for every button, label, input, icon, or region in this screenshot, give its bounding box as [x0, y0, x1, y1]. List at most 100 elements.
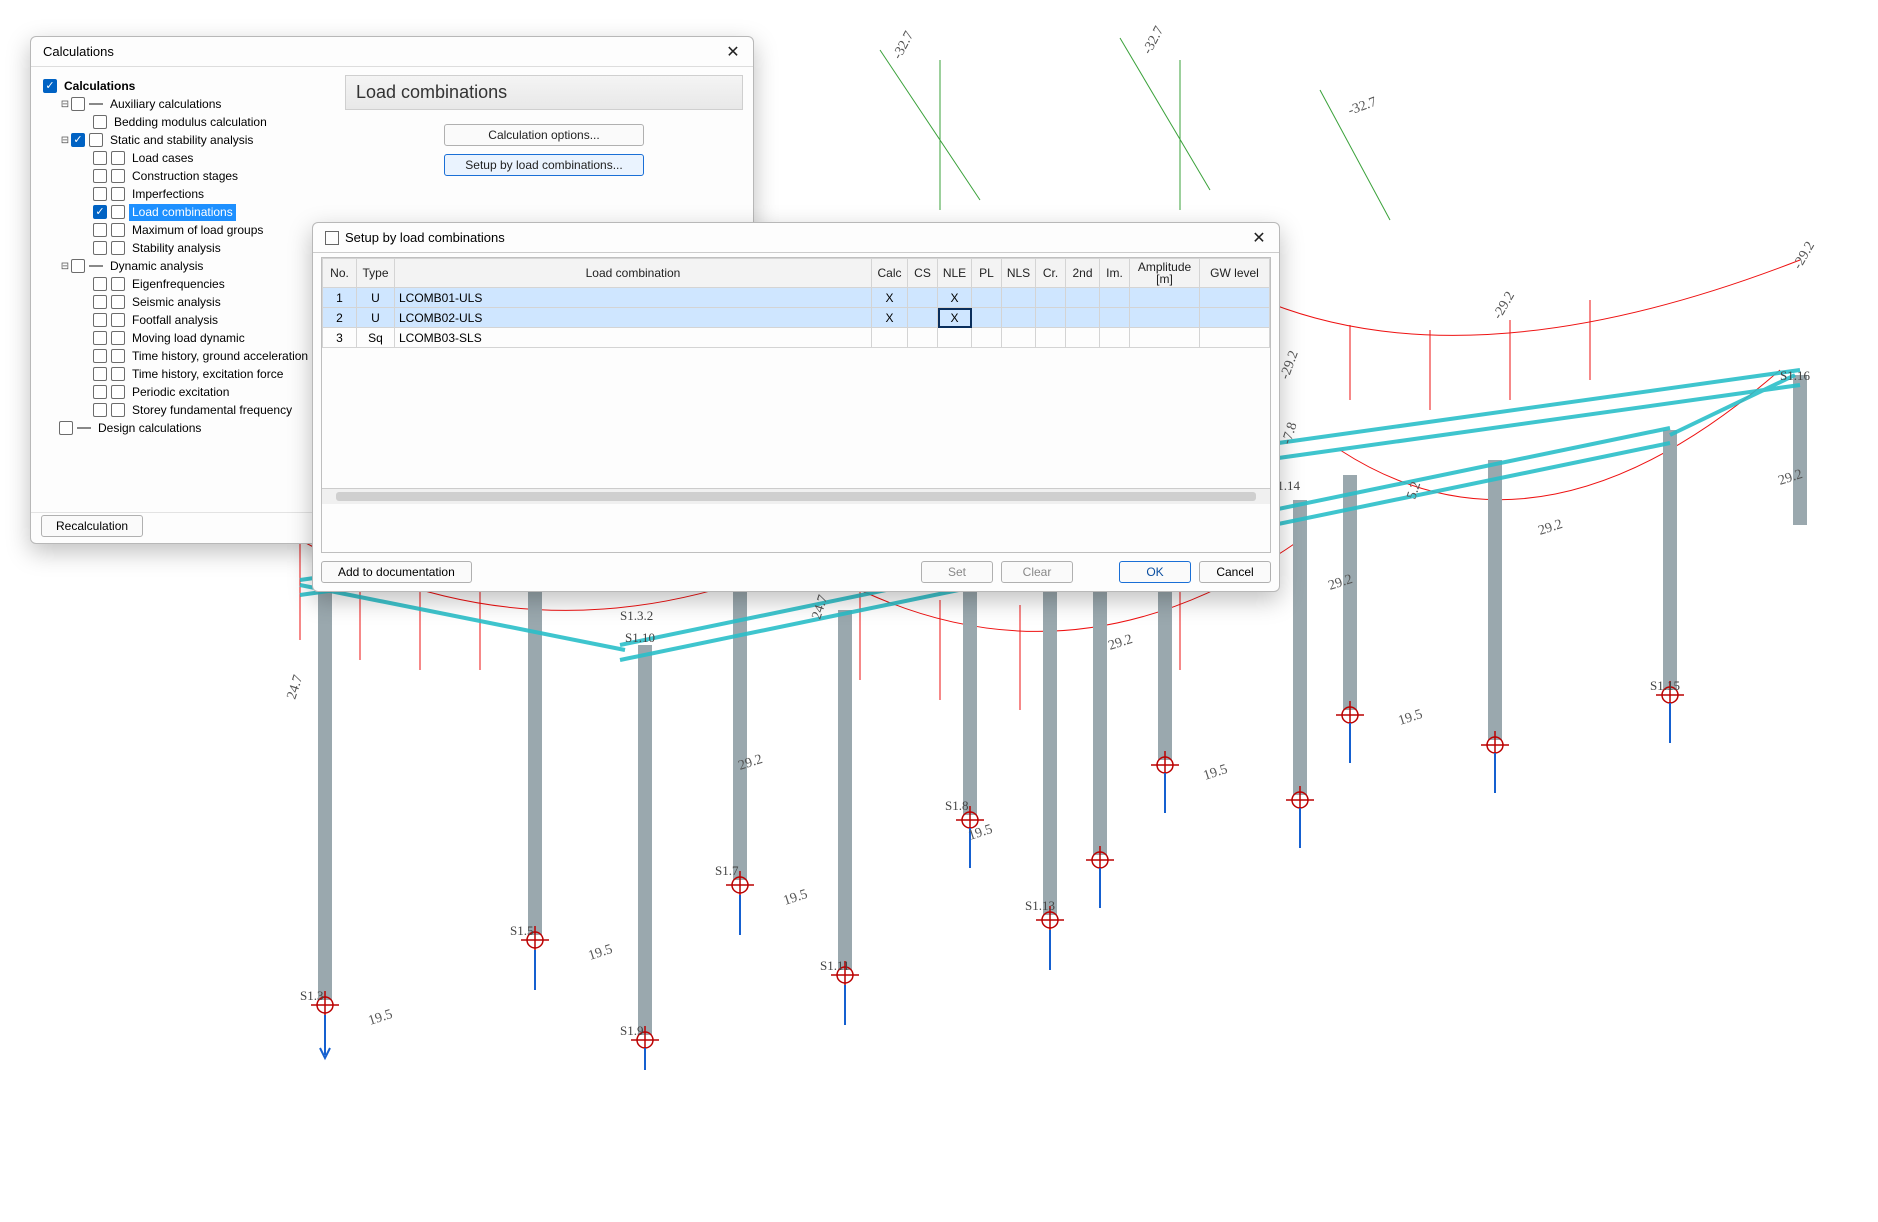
- cell-nle[interactable]: X: [938, 288, 972, 308]
- tree-static[interactable]: ⊟ ✓ Static and stability analysis: [41, 131, 337, 149]
- tree-design[interactable]: Design calculations: [41, 419, 337, 437]
- col-nle[interactable]: NLE: [938, 259, 972, 288]
- tree-loadcases[interactable]: Load cases: [41, 149, 337, 167]
- checkbox-icon[interactable]: [111, 367, 125, 381]
- collapse-icon[interactable]: ⊟: [59, 258, 71, 275]
- cell-pl[interactable]: [972, 328, 1002, 348]
- checkbox-icon[interactable]: [93, 385, 107, 399]
- cell-no[interactable]: 2: [323, 308, 357, 328]
- cell-cr[interactable]: [1036, 308, 1066, 328]
- col-type[interactable]: Type: [357, 259, 395, 288]
- checkbox-icon[interactable]: [111, 403, 125, 417]
- col-lc[interactable]: Load combination: [395, 259, 872, 288]
- tree-bedding[interactable]: Bedding modulus calculation: [41, 113, 337, 131]
- checkbox-icon[interactable]: [111, 241, 125, 255]
- checkbox-icon[interactable]: [93, 151, 107, 165]
- checkbox-icon[interactable]: [111, 385, 125, 399]
- cell-cs[interactable]: [908, 288, 938, 308]
- tree-maxgroups[interactable]: Maximum of load groups: [41, 221, 337, 239]
- clear-button[interactable]: Clear: [1001, 561, 1073, 583]
- tree-root[interactable]: ✓ Calculations: [41, 77, 337, 95]
- checkbox-icon[interactable]: [93, 169, 107, 183]
- checkbox-icon[interactable]: [93, 367, 107, 381]
- ok-button[interactable]: OK: [1119, 561, 1191, 583]
- tree-th-force[interactable]: Time history, excitation force: [41, 365, 337, 383]
- tree-eigen[interactable]: Eigenfrequencies: [41, 275, 337, 293]
- tree-constr[interactable]: Construction stages: [41, 167, 337, 185]
- col-cs[interactable]: CS: [908, 259, 938, 288]
- col-im[interactable]: Im.: [1100, 259, 1130, 288]
- cell-type[interactable]: U: [357, 308, 395, 328]
- col-no[interactable]: No.: [323, 259, 357, 288]
- cell-pl[interactable]: [972, 288, 1002, 308]
- col-cr[interactable]: Cr.: [1036, 259, 1066, 288]
- cell-amp[interactable]: [1130, 308, 1200, 328]
- tree-movingdyn[interactable]: Moving load dynamic: [41, 329, 337, 347]
- checkbox-icon[interactable]: ✓: [71, 133, 85, 147]
- cell-no[interactable]: 3: [323, 328, 357, 348]
- checkbox-icon[interactable]: [111, 331, 125, 345]
- cell-cs[interactable]: [908, 328, 938, 348]
- dialog-calculations-titlebar[interactable]: Calculations ✕: [31, 37, 753, 67]
- checkbox-icon[interactable]: [111, 205, 125, 219]
- cell-nls[interactable]: [1002, 328, 1036, 348]
- cell-calc[interactable]: X: [872, 288, 908, 308]
- tree-seismic[interactable]: Seismic analysis: [41, 293, 337, 311]
- cell-type[interactable]: Sq: [357, 328, 395, 348]
- horizontal-scrollbar[interactable]: [322, 488, 1270, 504]
- cell-cr[interactable]: [1036, 288, 1066, 308]
- table-row[interactable]: 2ULCOMB02-ULSXX: [323, 308, 1270, 328]
- checkbox-icon[interactable]: [111, 151, 125, 165]
- checkbox-icon[interactable]: [93, 241, 107, 255]
- calculation-options-button[interactable]: Calculation options...: [444, 124, 644, 146]
- cell-calc[interactable]: [872, 328, 908, 348]
- cell-cr[interactable]: [1036, 328, 1066, 348]
- calculations-tree[interactable]: ✓ Calculations ⊟ Auxiliary calculations …: [41, 75, 337, 506]
- tree-loadcomb[interactable]: ✓ Load combinations: [41, 203, 337, 221]
- tree-auxiliary[interactable]: ⊟ Auxiliary calculations: [41, 95, 337, 113]
- cell-lc[interactable]: LCOMB03-SLS: [395, 328, 872, 348]
- checkbox-icon[interactable]: [111, 277, 125, 291]
- cell-gw[interactable]: [1200, 288, 1270, 308]
- scrollbar-thumb[interactable]: [336, 492, 1256, 501]
- col-calc[interactable]: Calc: [872, 259, 908, 288]
- cell-no[interactable]: 1: [323, 288, 357, 308]
- tree-imperf[interactable]: Imperfections: [41, 185, 337, 203]
- tree-footfall[interactable]: Footfall analysis: [41, 311, 337, 329]
- tree-dynamic[interactable]: ⊟ Dynamic analysis: [41, 257, 337, 275]
- cell-lc[interactable]: LCOMB01-ULS: [395, 288, 872, 308]
- col-2nd[interactable]: 2nd: [1066, 259, 1100, 288]
- recalculation-button[interactable]: Recalculation: [41, 515, 143, 537]
- tree-stability[interactable]: Stability analysis: [41, 239, 337, 257]
- checkbox-icon[interactable]: [111, 295, 125, 309]
- cell-amp[interactable]: [1130, 328, 1200, 348]
- cell-lc[interactable]: LCOMB02-ULS: [395, 308, 872, 328]
- cell-im[interactable]: [1100, 328, 1130, 348]
- checkbox-icon[interactable]: [89, 133, 103, 147]
- cell-gw[interactable]: [1200, 308, 1270, 328]
- collapse-icon[interactable]: ⊟: [59, 96, 71, 113]
- cell-pl[interactable]: [972, 308, 1002, 328]
- set-button[interactable]: Set: [921, 561, 993, 583]
- collapse-icon[interactable]: ⊟: [59, 132, 71, 149]
- cell-nls[interactable]: [1002, 288, 1036, 308]
- checkbox-icon[interactable]: [93, 115, 107, 129]
- table-row[interactable]: 1ULCOMB01-ULSXX: [323, 288, 1270, 308]
- tree-th-ground[interactable]: Time history, ground acceleration: [41, 347, 337, 365]
- checkbox-icon[interactable]: [111, 223, 125, 237]
- close-icon[interactable]: ✕: [721, 40, 745, 64]
- checkbox-icon[interactable]: [111, 169, 125, 183]
- checkbox-icon[interactable]: [93, 349, 107, 363]
- checkbox-icon[interactable]: ✓: [43, 79, 57, 93]
- checkbox-icon[interactable]: [111, 187, 125, 201]
- checkbox-icon[interactable]: [71, 259, 85, 273]
- checkbox-icon[interactable]: [111, 349, 125, 363]
- cell-type[interactable]: U: [357, 288, 395, 308]
- cell-nls[interactable]: [1002, 308, 1036, 328]
- checkbox-icon[interactable]: [71, 97, 85, 111]
- cell-cs[interactable]: [908, 308, 938, 328]
- checkbox-icon[interactable]: [93, 223, 107, 237]
- col-pl[interactable]: PL: [972, 259, 1002, 288]
- cell-im[interactable]: [1100, 308, 1130, 328]
- tree-storey[interactable]: Storey fundamental frequency: [41, 401, 337, 419]
